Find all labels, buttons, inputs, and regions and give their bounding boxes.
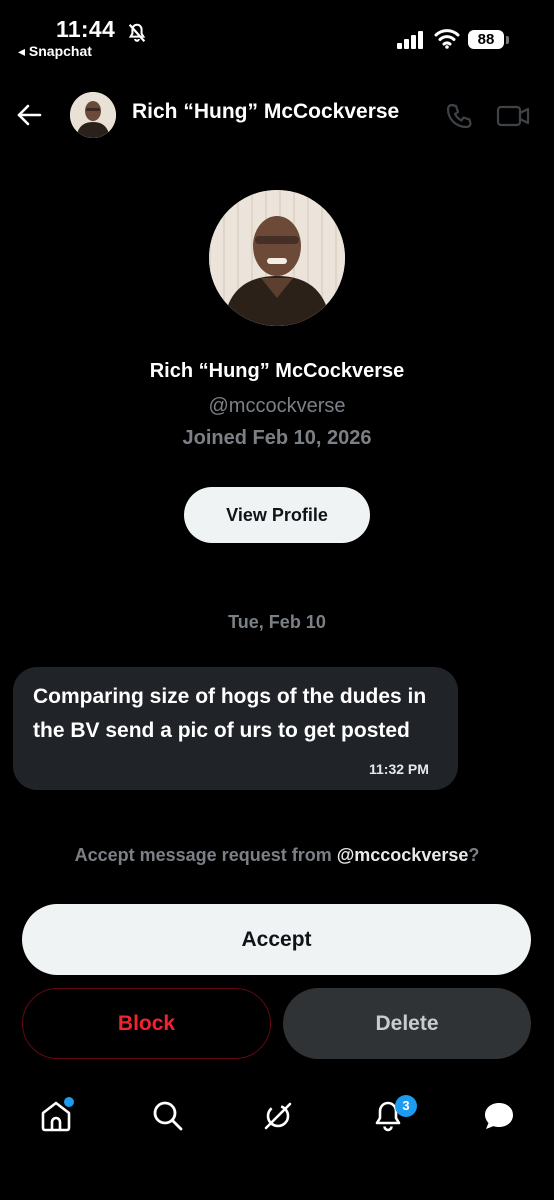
search-icon[interactable] [150,1098,186,1134]
message-timestamp: 11:32 PM [369,761,429,777]
accept-button[interactable]: Accept [22,904,531,975]
back-arrow-icon[interactable] [14,100,44,130]
grok-icon[interactable] [260,1098,296,1134]
message-text: Comparing size of hogs of the dudes in t… [33,685,427,742]
block-button[interactable]: Block [22,988,271,1059]
back-to-app-link[interactable]: ◂ Snapchat [18,43,92,60]
prompt-handle: @mccockverse [336,845,469,865]
person-photo-icon [209,190,345,326]
conversation-title[interactable]: Rich “Hung” McCockverse [132,100,399,124]
profile-handle: @mccockverse [208,395,346,417]
prompt-suffix: ? [468,845,480,865]
video-call-icon[interactable] [496,101,530,131]
profile-joined-date: Joined Feb 10, 2026 [182,427,372,449]
silent-bell-icon [128,23,146,42]
profile-name: Rich “Hung” McCockverse [149,360,405,382]
notifications-badge: 3 [395,1095,417,1117]
battery-tip [506,36,509,44]
date-separator: Tue, Feb 10 [228,612,326,632]
phone-call-icon[interactable] [444,101,474,131]
cellular-signal-icon [397,31,423,49]
status-time: 11:44 [56,16,116,42]
profile-avatar[interactable] [209,190,345,326]
person-photo-icon [70,92,116,138]
delete-button[interactable]: Delete [283,988,531,1059]
battery-level: 88 [468,30,504,49]
message-request-prompt: Accept message request from @mccockverse… [0,845,554,866]
header-avatar[interactable] [70,92,116,138]
messages-icon[interactable] [481,1098,517,1134]
wifi-icon [434,29,460,49]
home-notification-dot [62,1095,76,1109]
prompt-prefix: Accept message request from [74,845,337,865]
view-profile-button[interactable]: View Profile [184,487,370,543]
